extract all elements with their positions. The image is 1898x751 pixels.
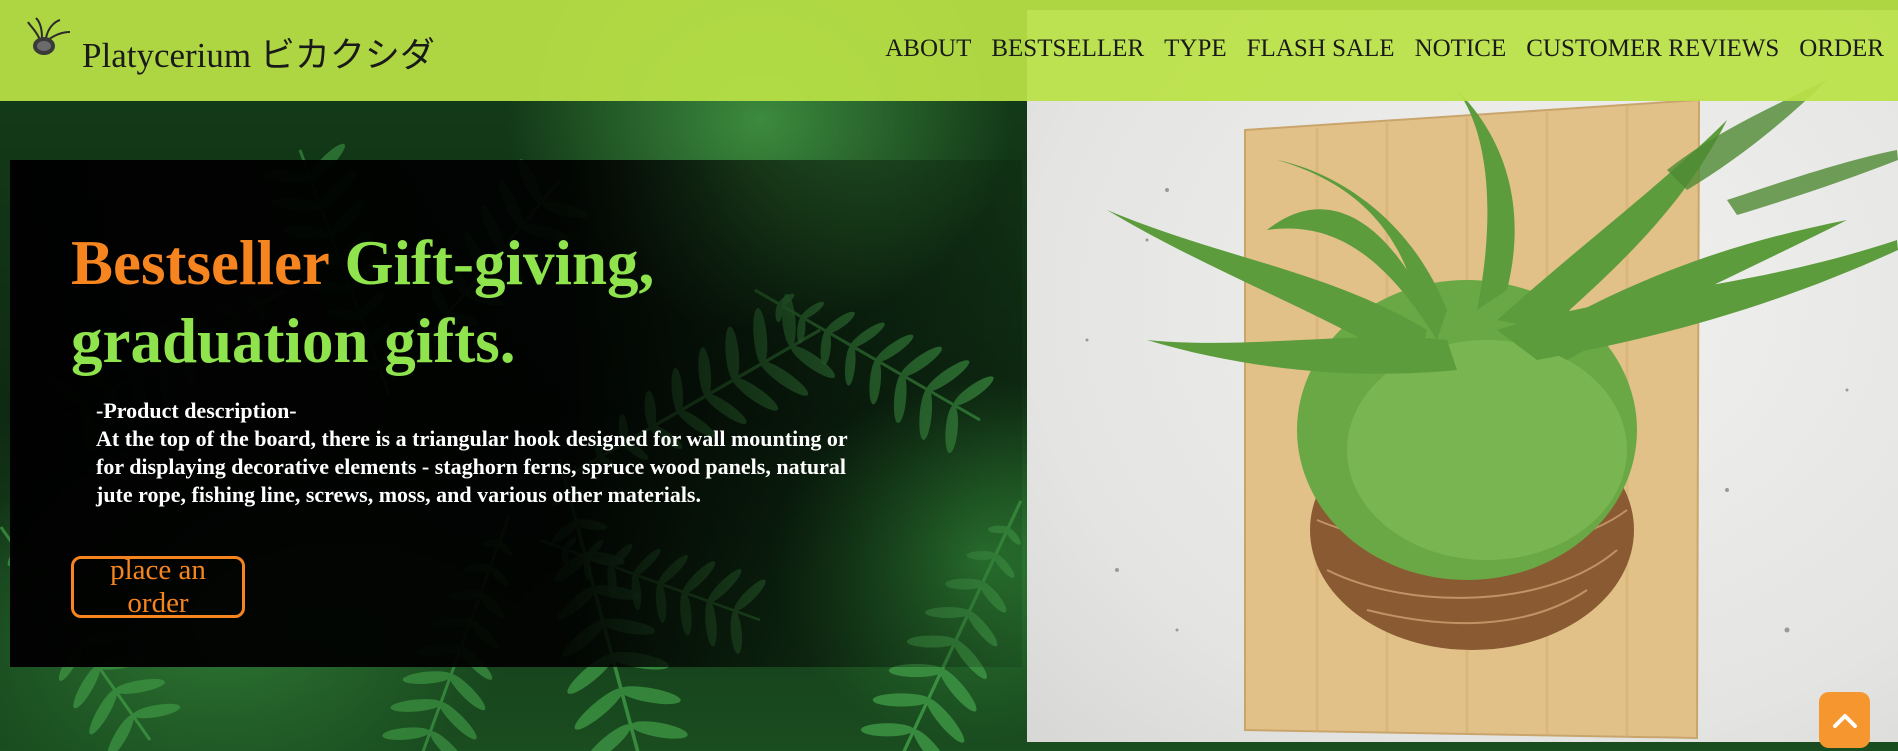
- description-title: -Product description-: [96, 398, 297, 423]
- place-order-button[interactable]: place an order: [71, 554, 245, 619]
- staghorn-fern-board-image: [1085, 80, 1898, 740]
- nav-order[interactable]: ORDER: [1799, 34, 1884, 64]
- nav-flash-sale[interactable]: FLASH SALE: [1247, 34, 1395, 64]
- description-body: At the top of the board, there is a tria…: [96, 426, 848, 507]
- back-to-top-button[interactable]: [1819, 692, 1870, 748]
- nav-about[interactable]: ABOUT: [885, 34, 971, 64]
- nav-bestseller[interactable]: BESTSELLER: [991, 34, 1144, 64]
- nav-customer-reviews[interactable]: CUSTOMER REVIEWS: [1526, 34, 1779, 64]
- staghorn-fern-icon[interactable]: [26, 14, 72, 56]
- nav-notice[interactable]: NOTICE: [1415, 34, 1507, 64]
- headline-accent: Bestseller: [71, 228, 329, 298]
- hero-headline: Bestseller Gift-giving, graduation gifts…: [71, 224, 831, 380]
- brand-name[interactable]: Platycerium ビカクシダ: [82, 36, 435, 76]
- site-header: Platycerium ビカクシダ ABOUT BESTSELLER TYPE …: [0, 0, 1898, 101]
- chevron-up-icon: [1832, 714, 1857, 728]
- product-photo: [1027, 10, 1898, 742]
- nav-type[interactable]: TYPE: [1164, 34, 1227, 64]
- product-description: -Product description- At the top of the …: [96, 397, 871, 509]
- main-nav: ABOUT BESTSELLER TYPE FLASH SALE NOTICE …: [885, 34, 1884, 64]
